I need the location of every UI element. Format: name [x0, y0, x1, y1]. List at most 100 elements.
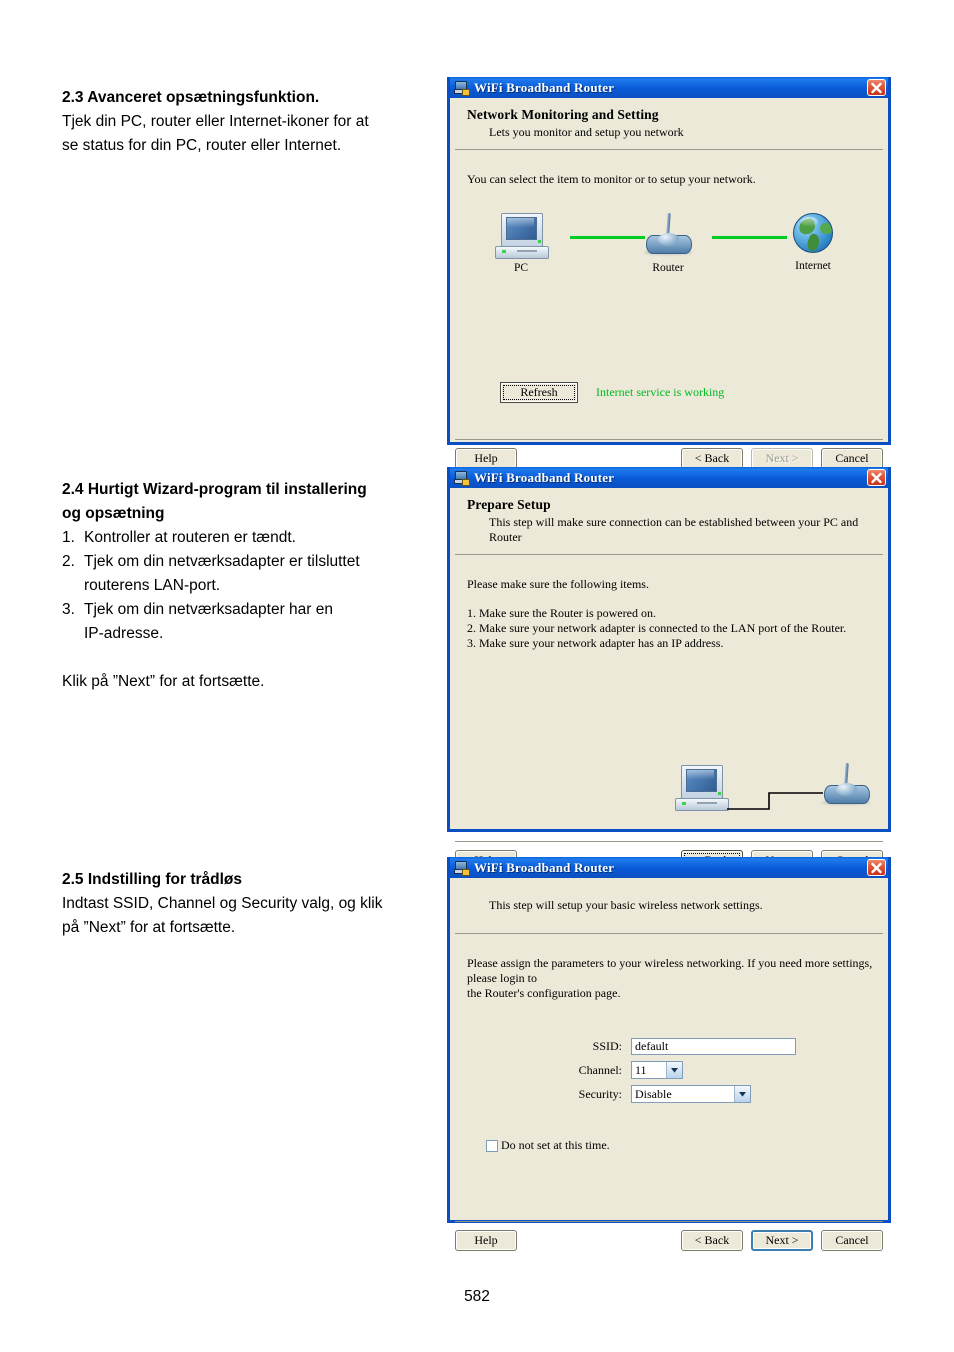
list-item: 1. Kontroller at routeren er tændt.	[62, 526, 442, 550]
router-icon	[640, 212, 696, 259]
dialog-header-subtitle: Lets you monitor and setup you network	[489, 125, 684, 139]
list-item-number: 2.	[62, 553, 75, 570]
app-network-icon	[454, 860, 470, 876]
titlebar: WiFi Broadband Router	[450, 467, 888, 488]
dialog-body-line-1: Please assign the parameters to your wir…	[467, 956, 873, 985]
section-2-4-closing: Klik på ”Next” for at fortsætte.	[62, 673, 265, 690]
computer-icon	[675, 765, 729, 811]
security-select[interactable]: Disable	[631, 1085, 751, 1103]
back-button[interactable]: < Back	[681, 1230, 743, 1251]
dialog-body: Please assign the parameters to your wir…	[450, 956, 888, 1221]
node-router-label: Router	[652, 262, 684, 274]
close-icon[interactable]	[867, 79, 886, 96]
dialog-wireless-settings: WiFi Broadband Router This step will set…	[447, 857, 891, 1251]
computer-icon	[495, 213, 549, 259]
router-icon-wrap	[818, 762, 874, 809]
section-2-4-heading-line-2: og opsætning	[62, 505, 165, 522]
dialog-header: Prepare Setup This step will make sure c…	[455, 488, 883, 555]
dialog-header-title: Network Monitoring and Setting	[467, 107, 659, 122]
refresh-button[interactable]: Refresh	[500, 382, 578, 403]
section-2-4-list: 1. Kontroller at routeren er tændt. 2. Tje…	[62, 526, 442, 646]
list-item-text: Tjek om din netværksadapter har en	[84, 601, 333, 618]
pc-router-diagram	[675, 762, 875, 823]
chevron-down-icon	[666, 1062, 682, 1078]
dialog-header-subtitle: This step will setup your basic wireless…	[489, 898, 763, 912]
node-internet[interactable]: Internet	[770, 213, 856, 272]
section-2-3-line-1: Tjek din PC, router eller Internet-ikone…	[62, 113, 369, 130]
channel-label: Channel:	[578, 1062, 622, 1077]
lan-cable-icon	[727, 792, 823, 810]
list-item: 2. Tjek om din netværksadapter er tilslut…	[62, 550, 442, 574]
refresh-row: Refresh Internet service is working	[500, 382, 724, 403]
network-diagram: PC Router Internet	[450, 212, 888, 305]
close-icon[interactable]	[867, 469, 886, 486]
list-item-text: Kontroller at routeren er tændt.	[84, 529, 296, 546]
section-2-3-heading: 2.3 Avanceret opsætningsfunktion.	[62, 89, 320, 106]
section-2-5-heading: 2.5 Indstilling for trådløs	[62, 871, 242, 888]
list-item-text: Tjek om din netværksadapter er tilslutte…	[84, 553, 360, 570]
list-item-text: routerens LAN-port.	[84, 577, 221, 594]
dialog-body-text: You can select the item to monitor or to…	[467, 172, 756, 186]
cancel-button[interactable]: Cancel	[821, 448, 883, 469]
computer-icon-wrap	[675, 765, 729, 811]
list-item: IP-adresse.	[62, 622, 442, 646]
dialog-header-subtitle: This step will make sure connection can …	[489, 515, 859, 544]
section-2-3-line-2: se status for din PC, router eller Inter…	[62, 137, 342, 154]
dialog-body: Please make sure the following items. 1.…	[450, 577, 888, 841]
internet-status-text: Internet service is working	[596, 385, 725, 399]
checklist-item: 1. Make sure the Router is powered on.	[467, 606, 656, 620]
router-icon	[818, 762, 874, 809]
back-button[interactable]: < Back	[681, 448, 743, 469]
list-item-text: IP-adresse.	[84, 625, 164, 642]
security-row: Security: Disable	[560, 1085, 796, 1103]
dialog-footer: Help < Back Next > Cancel	[455, 1221, 883, 1260]
channel-value: 11	[635, 1062, 647, 1077]
list-item-number: 1.	[62, 529, 75, 546]
dialog-prepare-setup: WiFi Broadband Router Prepare Setup This…	[447, 467, 891, 871]
checklist-item: 3. Make sure your network adapter has an…	[467, 636, 724, 650]
wireless-form: SSID: default Channel: 11 Security: Disa…	[560, 1038, 796, 1109]
node-router[interactable]: Router	[625, 212, 711, 274]
ssid-row: SSID: default	[560, 1038, 796, 1055]
globe-icon	[792, 213, 834, 257]
node-pc-label: PC	[513, 262, 529, 274]
dialog-header: Network Monitoring and Setting Lets you …	[455, 98, 883, 150]
do-not-set-label: Do not set at this time.	[501, 1138, 610, 1152]
ssid-label: SSID:	[592, 1039, 622, 1053]
checklist: 1. Make sure the Router is powered on. 2…	[467, 606, 888, 651]
app-network-icon	[454, 80, 470, 96]
section-2-3-text: 2.3 Avanceret opsætningsfunktion. Tjek d…	[62, 86, 442, 158]
section-2-5-text: 2.5 Indstilling for trådløs Indtast SSID…	[62, 868, 442, 940]
ssid-input[interactable]: default	[631, 1038, 796, 1055]
cancel-button[interactable]: Cancel	[821, 1230, 883, 1251]
titlebar: WiFi Broadband Router	[450, 77, 888, 98]
help-button[interactable]: Help	[455, 448, 517, 469]
window-title: WiFi Broadband Router	[474, 79, 615, 95]
checklist-item: 2. Make sure your network adapter is con…	[467, 621, 847, 635]
section-2-4-text: 2.4 Hurtigt Wizard-program til installer…	[62, 478, 442, 694]
do-not-set-row[interactable]: Do not set at this time.	[486, 1138, 610, 1153]
help-button[interactable]: Help	[455, 1230, 517, 1251]
section-2-5-line-1: Indtast SSID, Channel og Security valg, …	[62, 895, 383, 912]
window-title: WiFi Broadband Router	[474, 469, 615, 485]
next-button: Next >	[751, 448, 813, 469]
app-network-icon	[454, 470, 470, 486]
section-2-5-line-2: på ”Next” for at fortsætte.	[62, 919, 236, 936]
node-pc[interactable]: PC	[478, 213, 564, 274]
next-button[interactable]: Next >	[751, 1230, 813, 1251]
dialog-network-monitoring: WiFi Broadband Router Network Monitoring…	[447, 77, 891, 469]
list-item-number: 3.	[62, 601, 75, 618]
security-label: Security:	[578, 1086, 622, 1101]
node-internet-label: Internet	[795, 260, 831, 272]
close-icon[interactable]	[867, 859, 886, 876]
window-title: WiFi Broadband Router	[474, 859, 615, 875]
list-item: 3. Tjek om din netværksadapter har en	[62, 598, 442, 622]
titlebar: WiFi Broadband Router	[450, 857, 888, 878]
list-item: routerens LAN-port.	[62, 574, 442, 598]
dialog-body-intro: Please make sure the following items.	[467, 577, 649, 591]
do-not-set-checkbox[interactable]	[486, 1139, 498, 1152]
page-number: 582	[464, 1288, 490, 1305]
channel-select[interactable]: 11	[631, 1061, 683, 1079]
channel-row: Channel: 11	[560, 1061, 796, 1079]
